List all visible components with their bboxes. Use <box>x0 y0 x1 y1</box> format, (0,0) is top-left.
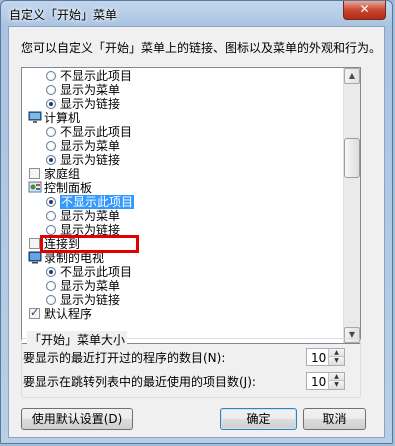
list-item[interactable]: 显示为链接 <box>22 293 342 307</box>
radio-button[interactable] <box>46 267 56 277</box>
jump-list-value[interactable]: 10 <box>311 375 326 389</box>
list-item-label: 显示为链接 <box>60 97 121 111</box>
menu-size-title: 「开始」菜单大小 <box>27 331 128 348</box>
list-item-label: 控制面板 <box>44 181 93 195</box>
radio-button[interactable] <box>46 211 56 221</box>
radio-button[interactable] <box>46 197 56 207</box>
list-item-label: 家庭组 <box>44 167 81 181</box>
radio-button[interactable] <box>46 225 56 235</box>
list-item[interactable]: 显示为菜单 <box>22 83 342 97</box>
list-item[interactable]: 计算机 <box>22 111 342 125</box>
recent-programs-spinner[interactable]: 10 ▲ ▼ <box>306 348 345 366</box>
checkbox[interactable] <box>29 238 40 249</box>
spin-up-icon: ▲ <box>334 349 339 356</box>
radio-button[interactable] <box>46 127 56 137</box>
start-menu-options-list[interactable]: 不显示此项目 显示为菜单 显示为链接 计算机 不显示此项目 显示为菜单 显示为链接 家庭组 控制… <box>21 67 361 344</box>
description-text: 您可以自定义「开始」菜单上的链接、图标以及菜单的外观和行为。 <box>21 41 382 55</box>
radio-button[interactable] <box>46 99 56 109</box>
list-item[interactable]: 显示为菜单 <box>22 279 342 293</box>
radio-button[interactable] <box>46 295 56 305</box>
list-item[interactable]: 连接到 <box>22 237 342 251</box>
list-item-label: 显示为菜单 <box>60 209 121 223</box>
vertical-scrollbar[interactable]: ▲ ▼ <box>343 68 360 343</box>
list-item[interactable]: 不显示此项目 <box>22 69 342 83</box>
recent-programs-label: 要显示的最近打开过的程序的数目(N): <box>23 351 226 365</box>
list-item[interactable]: 显示为菜单 <box>22 209 342 223</box>
radio-button[interactable] <box>46 85 56 95</box>
recent-programs-value[interactable]: 10 <box>311 351 326 365</box>
list-item[interactable]: 不显示此项目 <box>22 265 342 279</box>
list-item[interactable]: 显示为菜单 <box>22 139 342 153</box>
list-item-label: 不显示此项目 <box>60 195 135 209</box>
checkbox[interactable] <box>29 306 40 320</box>
use-default-settings-button[interactable]: 使用默认设置(D) <box>21 408 133 430</box>
scroll-thumb[interactable] <box>344 138 360 178</box>
cancel-button[interactable]: 取消 <box>303 408 366 430</box>
customize-start-menu-dialog: 自定义「开始」菜单 ✕ 您可以自定义「开始」菜单上的链接、图标以及菜单的外观和行… <box>0 0 393 444</box>
tv-icon <box>28 251 42 264</box>
close-button[interactable]: ✕ <box>343 1 386 20</box>
spin-down-icon: ▼ <box>334 381 339 388</box>
list-item-label: 不显示此项目 <box>60 125 133 139</box>
list-item-label: 显示为链接 <box>60 223 121 237</box>
scroll-up-icon: ▲ <box>348 71 356 80</box>
list-item[interactable]: 显示为链接 <box>22 153 342 167</box>
spin-up-icon: ▲ <box>334 373 339 380</box>
options-rows: 不显示此项目 显示为菜单 显示为链接 计算机 不显示此项目 显示为菜单 显示为链接 家庭组 控制… <box>22 69 342 321</box>
list-item-label: 显示为菜单 <box>60 83 121 97</box>
radio-button[interactable] <box>46 155 56 165</box>
list-item-label: 连接到 <box>44 237 81 251</box>
jump-list-down-button[interactable]: ▼ <box>328 380 344 389</box>
list-item-label: 显示为菜单 <box>60 279 121 293</box>
spin-down-icon: ▼ <box>334 357 339 364</box>
radio-button[interactable] <box>46 141 56 151</box>
list-item[interactable]: 显示为链接 <box>22 97 342 111</box>
list-item[interactable]: 录制的电视 <box>22 251 342 265</box>
close-icon: ✕ <box>359 2 370 16</box>
control-panel-icon <box>28 181 42 194</box>
checkbox[interactable] <box>29 168 40 179</box>
list-item-label: 默认程序 <box>44 307 93 321</box>
scroll-up-button[interactable]: ▲ <box>344 68 360 84</box>
list-item-label: 显示为链接 <box>60 153 121 167</box>
list-item-label: 显示为链接 <box>60 293 121 307</box>
dialog-body: 您可以自定义「开始」菜单上的链接、图标以及菜单的外观和行为。 不显示此项目 显示为… <box>8 26 385 438</box>
recent-programs-down-button[interactable]: ▼ <box>328 356 344 365</box>
jump-list-spinner[interactable]: 10 ▲ ▼ <box>306 372 345 390</box>
radio-button[interactable] <box>46 281 56 291</box>
computer-icon <box>28 111 42 124</box>
list-item[interactable]: 显示为链接 <box>22 223 342 237</box>
list-item-label: 不显示此项目 <box>60 69 133 83</box>
list-item-label: 显示为菜单 <box>60 139 121 153</box>
list-item[interactable]: 默认程序 <box>22 306 342 321</box>
ok-button[interactable]: 确定 <box>220 408 297 430</box>
list-item-label: 录制的电视 <box>44 251 105 265</box>
list-item-label: 计算机 <box>44 111 81 125</box>
radio-button[interactable] <box>46 71 56 81</box>
title-bar[interactable]: 自定义「开始」菜单 ✕ <box>1 1 392 25</box>
window-title: 自定义「开始」菜单 <box>9 8 118 22</box>
list-item[interactable]: 家庭组 <box>22 167 342 181</box>
list-item[interactable]: 不显示此项目 <box>22 195 342 209</box>
list-item[interactable]: 控制面板 <box>22 181 342 195</box>
list-item-label: 不显示此项目 <box>60 265 133 279</box>
list-item[interactable]: 不显示此项目 <box>22 125 342 139</box>
jump-list-label: 要显示在跳转列表中的最近使用的项目数(J): <box>23 375 256 389</box>
